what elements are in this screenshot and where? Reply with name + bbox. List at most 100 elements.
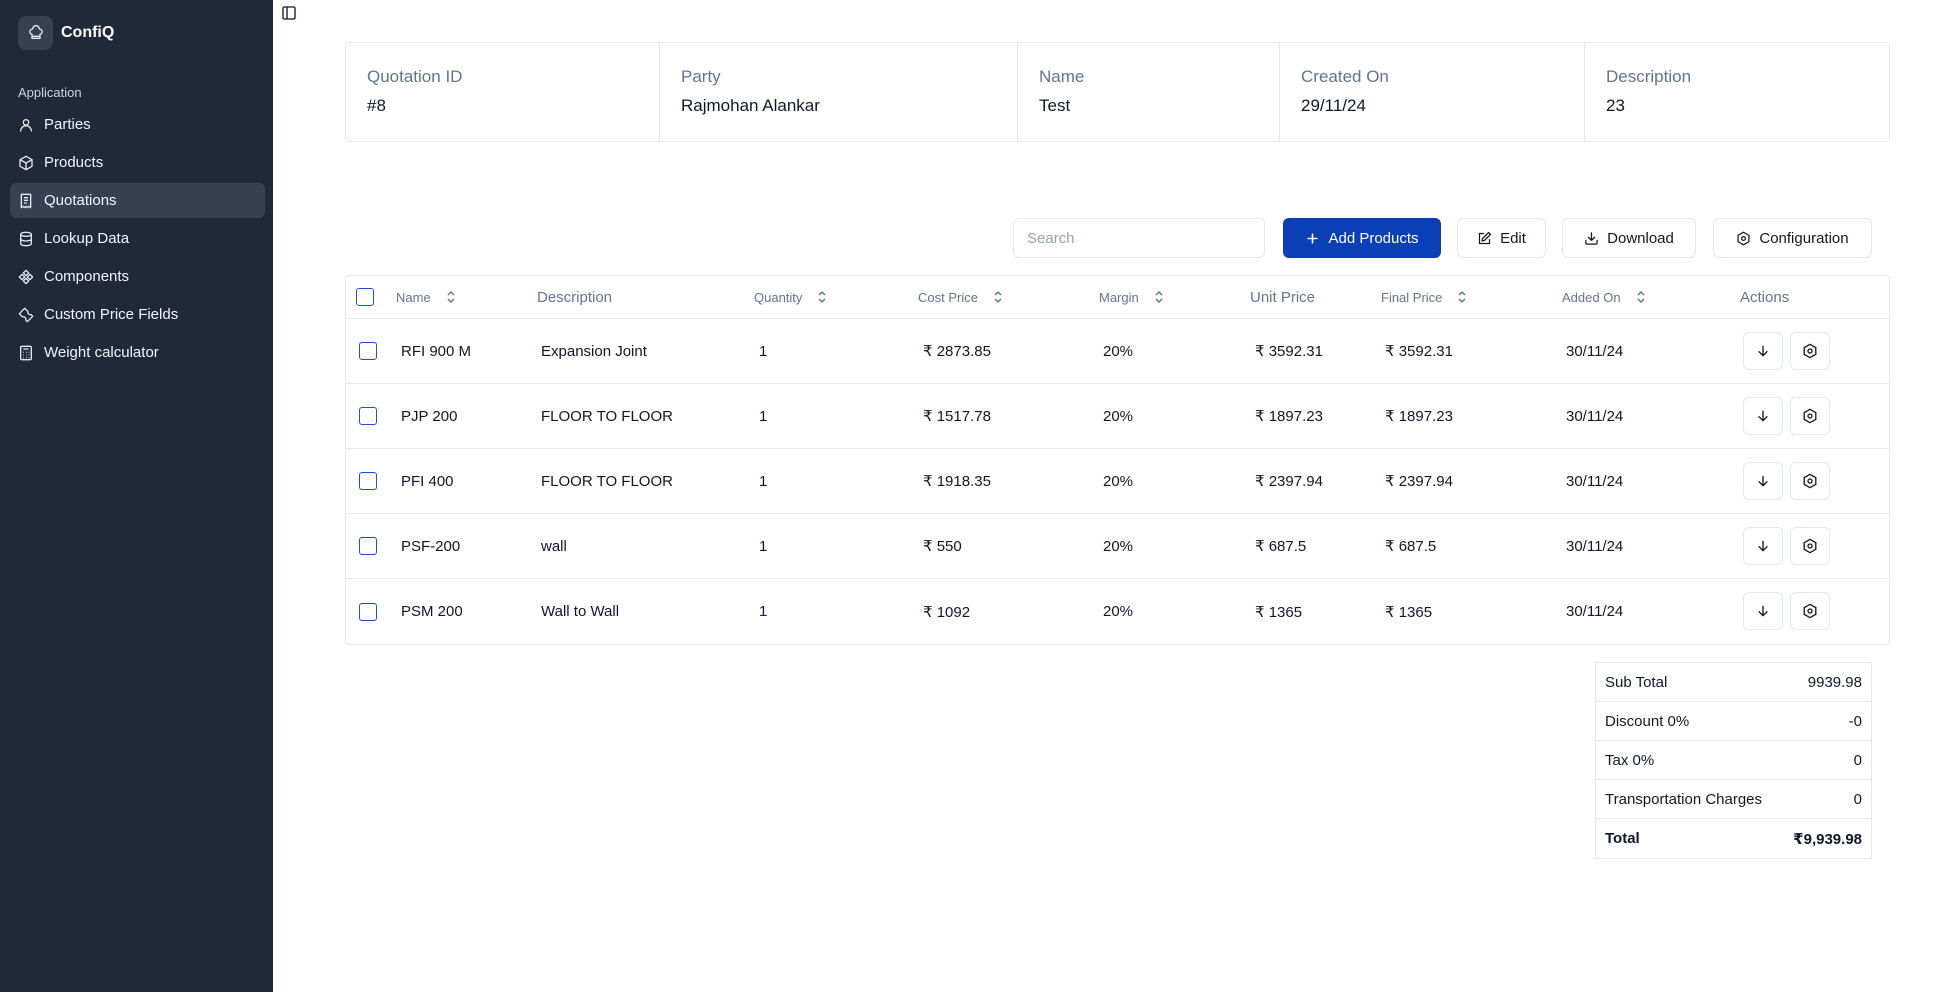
- products-table: Name Description Quantity Cost Price Mar…: [345, 275, 1890, 645]
- add-products-button[interactable]: Add Products: [1283, 218, 1441, 258]
- subtotal-value: 9939.98: [1807, 673, 1862, 691]
- arrow-down-icon: [1758, 540, 1768, 552]
- sort-icon: [994, 290, 1002, 304]
- name-label: Name: [1039, 67, 1085, 86]
- settings-icon: [1737, 231, 1750, 245]
- row-download-button[interactable]: [1743, 527, 1783, 565]
- cell-added-on: 30/11/24: [1566, 472, 1624, 490]
- cell-cost-price: ₹ 2873.85: [923, 343, 991, 360]
- row-checkbox[interactable]: [359, 537, 377, 555]
- tax-value: 0: [1853, 751, 1862, 769]
- cell-final-price: ₹ 1897.23: [1385, 408, 1453, 425]
- cell-margin: 20%: [1103, 603, 1134, 620]
- row-download-button[interactable]: [1743, 462, 1783, 500]
- total-row: Total ₹9,939.98: [1596, 819, 1871, 858]
- cell-margin: 20%: [1103, 537, 1134, 555]
- col-unit-price: Unit Price: [1250, 276, 1315, 318]
- configuration-button[interactable]: Configuration: [1713, 218, 1872, 258]
- table-row: PSM 200 Wall to Wall 1 ₹ 1092 20% ₹ 1365…: [346, 579, 1889, 644]
- sidebar-item-custom-price-fields[interactable]: Custom Price Fields: [10, 297, 265, 332]
- sidebar-item-products[interactable]: Products: [10, 145, 265, 180]
- row-settings-button[interactable]: [1790, 462, 1830, 500]
- add-products-label: Add Products: [1328, 229, 1419, 247]
- row-download-button[interactable]: [1743, 397, 1783, 435]
- name-value: Test: [1039, 96, 1071, 115]
- cell-quantity: 1: [759, 603, 768, 620]
- table-row: PJP 200 FLOOR TO FLOOR 1 ₹ 1517.78 20% ₹…: [346, 384, 1889, 449]
- sidebar-toggle-icon[interactable]: [281, 5, 297, 21]
- col-cost-price[interactable]: Cost Price: [918, 276, 1004, 318]
- edit-button[interactable]: Edit: [1457, 218, 1546, 258]
- table-row: RFI 900 M Expansion Joint 1 ₹ 2873.85 20…: [346, 319, 1889, 384]
- col-added-on-label: Added On: [1562, 289, 1621, 305]
- row-download-button[interactable]: [1743, 592, 1783, 630]
- discount-row: Discount 0% -0: [1596, 702, 1871, 741]
- download-icon: [1585, 231, 1598, 245]
- transportation-value: 0: [1853, 790, 1862, 808]
- row-settings-button[interactable]: [1790, 397, 1830, 435]
- row-download-button[interactable]: [1743, 332, 1783, 370]
- settings-icon: [1803, 343, 1817, 359]
- cell-margin: 20%: [1103, 342, 1134, 360]
- settings-icon: [1803, 603, 1817, 619]
- sidebar-item-quotations[interactable]: Quotations: [10, 183, 265, 218]
- cell-unit-price: ₹ 1897.23: [1255, 408, 1323, 425]
- cell-final-price: ₹ 687.5: [1385, 538, 1437, 555]
- created-on-value: 29/11/24: [1301, 96, 1366, 115]
- plus-icon: [1307, 232, 1319, 244]
- wrench-icon: [18, 307, 34, 322]
- table-header: Name Description Quantity Cost Price Mar…: [346, 276, 1889, 319]
- discount-label: Discount 0%: [1605, 712, 1690, 730]
- sort-icon: [1637, 290, 1645, 304]
- download-button[interactable]: Download: [1562, 218, 1696, 258]
- sort-icon: [1155, 290, 1163, 304]
- calculator-icon: [20, 345, 32, 360]
- sidebar-item-lookup-data[interactable]: Lookup Data: [10, 221, 265, 256]
- sidebar-item-label: Quotations: [44, 192, 117, 209]
- cell-cost-price: ₹ 1092: [923, 603, 971, 621]
- row-settings-button[interactable]: [1790, 332, 1830, 370]
- search-input[interactable]: [1013, 218, 1265, 258]
- row-checkbox[interactable]: [359, 407, 377, 425]
- quotation-info-card: Quotation ID #8 Party Rajmohan Alankar N…: [345, 42, 1890, 142]
- database-icon: [20, 231, 32, 246]
- cell-added-on: 30/11/24: [1566, 603, 1624, 620]
- quotation-id-cell: Quotation ID #8: [346, 43, 660, 141]
- row-settings-button[interactable]: [1790, 527, 1830, 565]
- row-checkbox[interactable]: [359, 342, 377, 360]
- cell-name: PSF-200: [401, 537, 461, 555]
- party-value: Rajmohan Alankar: [681, 96, 820, 115]
- brand[interactable]: ConfiQ: [18, 16, 114, 50]
- sidebar-item-parties[interactable]: Parties: [10, 107, 265, 142]
- sidebar-item-weight-calculator[interactable]: Weight calculator: [10, 335, 265, 370]
- select-all-checkbox[interactable]: [356, 288, 374, 306]
- cell-margin: 20%: [1103, 407, 1134, 425]
- row-settings-button[interactable]: [1790, 592, 1830, 630]
- quotation-id-label: Quotation ID: [367, 67, 463, 86]
- cell-name: RFI 900 M: [401, 342, 472, 360]
- cell-quantity: 1: [759, 537, 768, 555]
- edit-label: Edit: [1500, 229, 1526, 247]
- row-checkbox[interactable]: [359, 472, 377, 490]
- created-on-cell: Created On 29/11/24: [1280, 43, 1585, 141]
- configuration-label: Configuration: [1759, 229, 1849, 247]
- col-margin[interactable]: Margin: [1099, 276, 1165, 318]
- col-unit-price-label: Unit Price: [1250, 288, 1316, 306]
- row-checkbox[interactable]: [359, 602, 377, 621]
- sidebar-item-components[interactable]: Components: [10, 259, 265, 294]
- description-value: 23: [1606, 96, 1625, 115]
- party-cell: Party Rajmohan Alankar: [660, 43, 1018, 141]
- col-added-on[interactable]: Added On: [1562, 276, 1647, 318]
- col-quantity[interactable]: Quantity: [754, 276, 828, 318]
- arrow-down-icon: [1758, 605, 1768, 617]
- sidebar-item-label: Parties: [44, 116, 91, 133]
- col-final-price-label: Final Price: [1381, 289, 1443, 305]
- col-final-price[interactable]: Final Price: [1381, 276, 1468, 318]
- sidebar-item-label: Products: [44, 154, 104, 171]
- sidebar-nav: Parties Products Quotations Lookup Data …: [10, 107, 265, 373]
- sidebar-item-label: Custom Price Fields: [44, 306, 179, 323]
- description-label: Description: [1606, 67, 1692, 86]
- col-name[interactable]: Name: [396, 276, 457, 318]
- table-row: PFI 400 FLOOR TO FLOOR 1 ₹ 1918.35 20% ₹…: [346, 449, 1889, 514]
- cell-unit-price: ₹ 1365: [1255, 603, 1303, 621]
